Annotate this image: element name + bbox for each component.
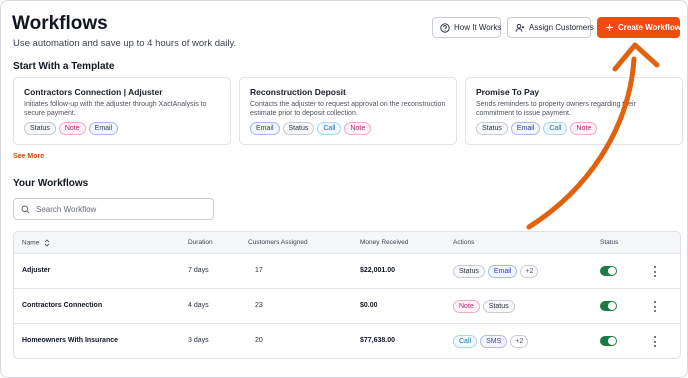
tag-email: Email	[510, 122, 541, 135]
column-header-label: Name	[22, 239, 40, 247]
workflow-duration: 7 days	[188, 267, 209, 274]
template-card-title: Contractors Connection | Adjuster	[24, 87, 163, 97]
how-it-works-button[interactable]: How It Works	[432, 17, 501, 38]
template-card[interactable]: Contractors Connection | Adjuster Initia…	[13, 77, 231, 145]
kebab-menu-icon[interactable]	[652, 301, 658, 312]
workflow-money: $22,001.00	[360, 267, 396, 274]
status-toggle[interactable]	[600, 266, 617, 276]
see-more-link[interactable]: See More	[13, 153, 44, 160]
question-circle-icon	[440, 22, 450, 33]
workflow-money: $0.00	[360, 302, 378, 309]
tag-status: Status	[24, 122, 56, 135]
workflows-table: Name Duration Customers Assigned Money R…	[13, 231, 681, 359]
kebab-menu-icon[interactable]	[652, 336, 658, 347]
tag-email: Email	[88, 122, 119, 135]
tag-call: Call	[543, 122, 568, 135]
workflows-page: Workflows Use automation and save up to …	[0, 0, 688, 378]
workflow-duration: 4 days	[188, 302, 209, 309]
tag-note: Note	[453, 300, 480, 313]
workflow-customers: 20	[255, 337, 263, 344]
template-card-title: Promise To Pay	[476, 87, 540, 97]
status-toggle[interactable]	[600, 336, 617, 346]
sort-icon[interactable]	[44, 239, 50, 247]
tag-email: Email	[487, 265, 518, 278]
templates-heading: Start With a Template	[13, 61, 115, 72]
column-customers-header: Customers Assigned	[248, 239, 308, 246]
create-workflow-button[interactable]: Create Workflow	[597, 17, 681, 38]
tag-note: Note	[570, 122, 598, 135]
tag-email: Email	[250, 122, 280, 135]
template-card[interactable]: Reconstruction Deposit Contacts the adju…	[239, 77, 457, 145]
column-money-header: Money Received	[360, 239, 409, 246]
tag-status: Status	[482, 300, 515, 313]
assign-customers-label: Assign Customers	[529, 23, 594, 32]
page-subtitle: Use automation and save up to 4 hours of…	[13, 38, 237, 49]
tag-call: Call	[453, 335, 478, 348]
workflow-name: Homeowners With Insurance	[22, 337, 119, 344]
tag-status: Status	[282, 122, 315, 135]
tag-more-count[interactable]: +2	[510, 335, 529, 348]
column-duration-header: Duration	[188, 239, 213, 246]
tag-note: Note	[344, 122, 372, 135]
create-workflow-label: Create Workflow	[618, 23, 681, 32]
template-card[interactable]: Promise To Pay Sends reminders to proper…	[465, 77, 683, 145]
status-toggle[interactable]	[600, 301, 617, 311]
tag-call: Call	[317, 122, 342, 135]
tag-sms: SMS	[480, 335, 508, 348]
column-name-header[interactable]: Name	[22, 239, 50, 247]
kebab-menu-icon[interactable]	[652, 266, 658, 277]
template-card-description: Contacts the adjuster to request approva…	[250, 101, 446, 117]
workflow-customers: 23	[255, 302, 263, 309]
table-row[interactable]: Adjuster 7 days 17 $22,001.00 Status Ema…	[14, 254, 680, 289]
tag-note: Note	[58, 122, 86, 135]
your-workflows-heading: Your Workflows	[13, 178, 89, 189]
workflow-name: Contractors Connection	[22, 302, 103, 309]
workflow-money: $77,638.00	[360, 337, 396, 344]
column-status-header: Status	[600, 239, 619, 246]
tag-status: Status	[476, 122, 508, 135]
table-row[interactable]: Homeowners With Insurance 3 days 20 $77,…	[14, 324, 680, 358]
how-it-works-label: How It Works	[454, 23, 502, 32]
tag-status: Status	[453, 265, 485, 278]
table-header: Name Duration Customers Assigned Money R…	[14, 232, 680, 254]
assign-customers-button[interactable]: Assign Customers	[507, 17, 594, 38]
column-actions-header: Actions	[453, 239, 475, 246]
plus-icon	[605, 23, 614, 32]
table-row[interactable]: Contractors Connection 4 days 23 $0.00 N…	[14, 289, 680, 324]
search-placeholder: Search Workflow	[36, 204, 97, 214]
template-card-description: Initiates follow-up with the adjuster th…	[24, 101, 207, 117]
template-card-title: Reconstruction Deposit	[250, 87, 346, 97]
workflow-customers: 17	[255, 267, 263, 274]
workflow-name: Adjuster	[22, 267, 51, 274]
user-plus-icon	[515, 23, 525, 33]
template-card-description: Sends reminders to property owners regar…	[476, 101, 636, 117]
tag-more-count[interactable]: +2	[520, 265, 539, 278]
page-title: Workflows	[12, 13, 108, 34]
search-icon	[21, 205, 30, 214]
search-workflow-input[interactable]: Search Workflow	[13, 198, 214, 220]
workflow-duration: 3 days	[188, 337, 209, 344]
